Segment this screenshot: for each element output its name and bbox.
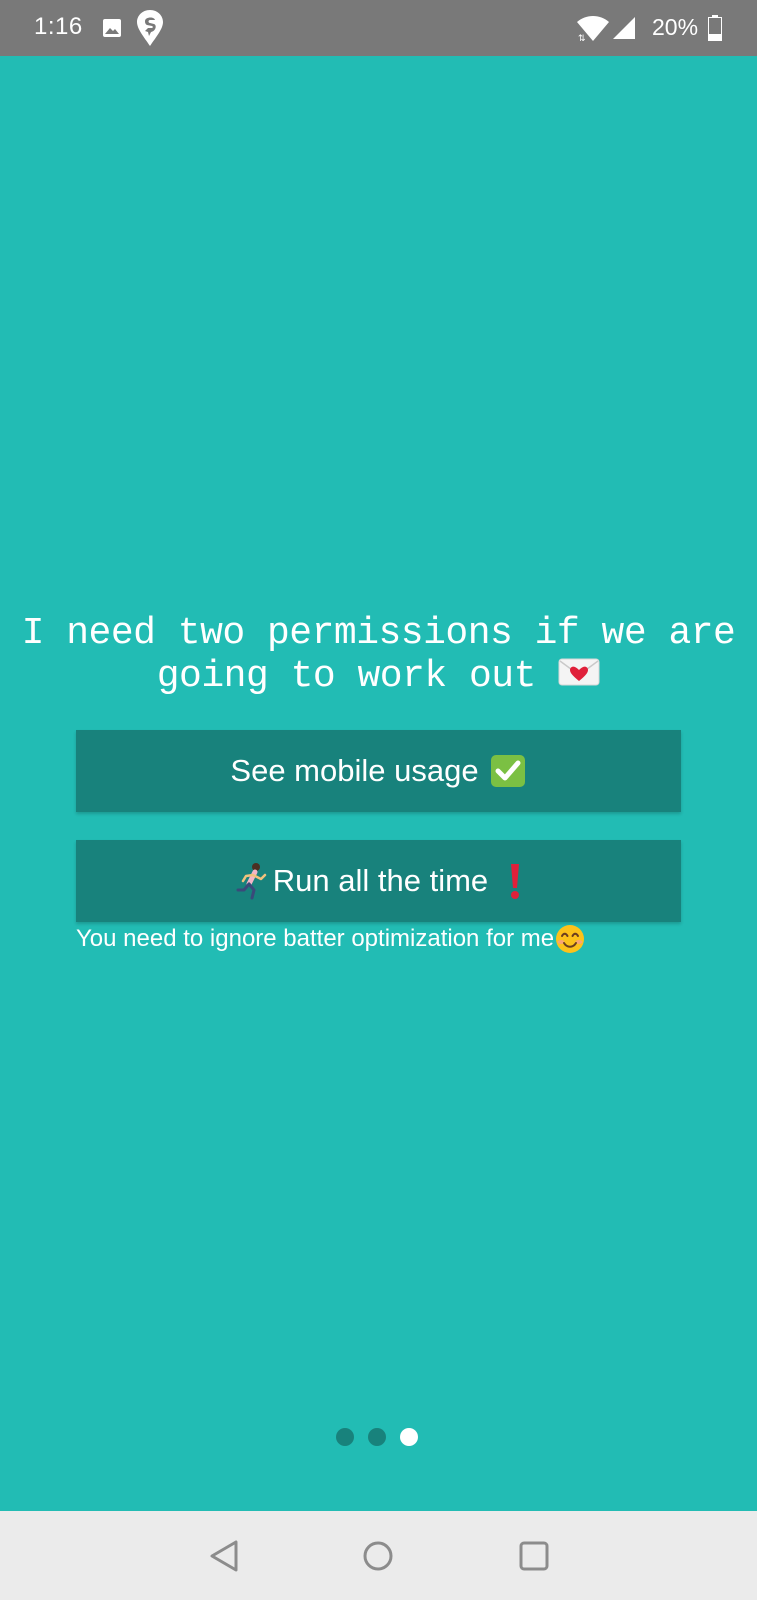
wifi-icon: ⇅ [577,16,609,43]
status-time: 1:16 [34,13,83,40]
run-all-the-time-label: Run all the time [272,863,489,898]
battery-icon [708,15,722,41]
hint-text: You need to ignore batter optimization f… [76,925,555,952]
page-dot-2[interactable] [368,1428,386,1446]
page-dot-3-active[interactable] [400,1428,418,1446]
run-all-the-time-button[interactable]: Run all the time [76,840,681,922]
runner-icon [236,863,267,900]
see-mobile-usage-label: See mobile usage [230,753,479,788]
headline-text: I need two permissions if we are going t… [21,612,736,698]
back-icon[interactable] [202,1533,248,1579]
page-indicator [336,1428,418,1446]
signal-icon [613,17,635,39]
battery-optimization-hint: You need to ignore batter optimization f… [76,924,585,954]
screen: 1:16 ⇅ 20% I need two permissions if we … [0,0,757,1600]
swiggy-icon [137,10,163,46]
love-letter-icon [558,658,600,686]
check-mark-icon [490,755,525,787]
navigation-bar [0,1511,757,1600]
gallery-icon [103,19,121,37]
home-icon[interactable] [355,1533,401,1579]
page-dot-1[interactable] [336,1428,354,1446]
status-bar: 1:16 ⇅ 20% [0,0,757,56]
permissions-headline: I need two permissions if we are going t… [0,612,757,698]
smile-icon [556,925,585,953]
battery-percent: 20% [652,14,699,40]
see-mobile-usage-button[interactable]: See mobile usage [76,730,681,812]
recents-icon[interactable] [511,1533,557,1579]
exclamation-icon [511,864,520,899]
svg-text:⇅: ⇅ [578,34,586,43]
